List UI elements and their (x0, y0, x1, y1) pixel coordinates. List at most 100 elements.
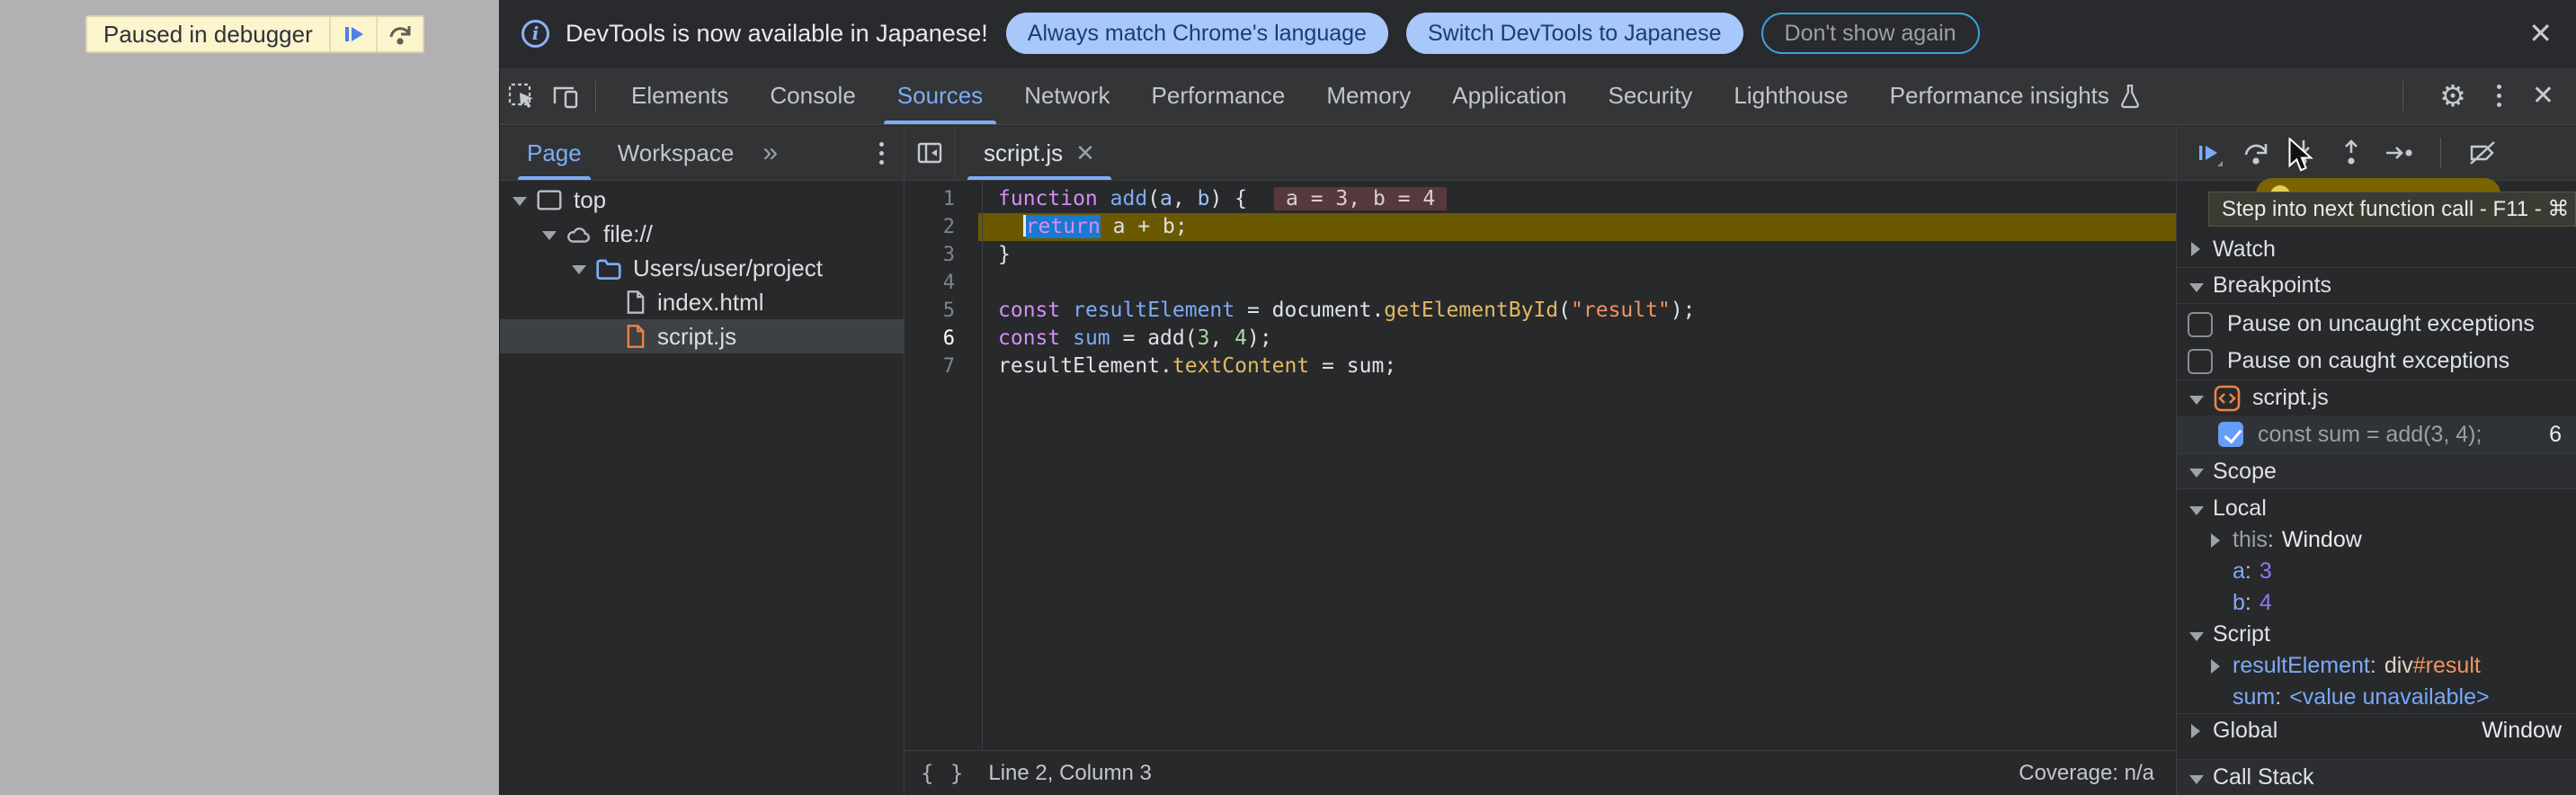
line-number[interactable]: 1 (905, 185, 982, 213)
breakpoints-section-header[interactable]: Breakpoints (2177, 267, 2576, 303)
switch-to-japanese-button[interactable]: Switch DevTools to Japanese (1406, 13, 1743, 54)
inline-eval-widget: a = 3, b = 4 (1274, 187, 1447, 210)
scope-section-header[interactable]: Scope (2177, 453, 2576, 489)
scope-section-script[interactable]: Script (2177, 619, 2576, 650)
scope-var-b[interactable]: b:4 (2177, 587, 2576, 619)
editor-tab-scriptjs[interactable]: script.js ✕ (967, 126, 1111, 180)
always-match-language-button[interactable]: Always match Chrome's language (1006, 13, 1388, 54)
pretty-print-icon[interactable]: { } (921, 761, 965, 786)
chevron-down-icon[interactable] (572, 265, 586, 274)
tab-page[interactable]: Page (518, 126, 591, 180)
code-text[interactable]: return a + b; (982, 213, 1188, 241)
more-tabs-icon[interactable]: » (762, 138, 778, 168)
settings-gear-icon[interactable]: ⚙ (2439, 81, 2466, 111)
inspect-element-button[interactable] (500, 67, 543, 124)
breakpoint-file-group[interactable]: script.js (2177, 380, 2576, 415)
code-token: = document. (1235, 299, 1384, 322)
chevron-right-icon[interactable] (2211, 533, 2220, 548)
pause-toggles: Pause on uncaught exceptionsPause on cau… (2177, 303, 2576, 380)
breakpoint-groups: script.jsconst sum = add(3, 4);6 (2177, 380, 2576, 453)
tree-item-script-js[interactable]: script.js (500, 319, 904, 353)
code-token: "result" (1571, 299, 1671, 322)
chevron-right-icon[interactable] (2191, 724, 2200, 738)
step-into-button[interactable] (2288, 138, 2319, 168)
folder-icon (595, 256, 622, 281)
step-button[interactable] (2384, 138, 2414, 168)
line-number[interactable]: 4 (905, 269, 982, 297)
resume-script-button[interactable] (331, 17, 376, 51)
scope-section-local[interactable]: Local (2177, 493, 2576, 524)
watch-section-header[interactable]: Watch (2177, 231, 2576, 267)
close-notification-button[interactable]: ✕ (2528, 19, 2553, 48)
breakpoint-entry[interactable]: const sum = add(3, 4);6 (2177, 415, 2576, 453)
toggle-navigator-icon[interactable] (905, 126, 955, 180)
code-text[interactable]: } (982, 241, 1011, 269)
info-icon: i (521, 20, 549, 48)
pause-toggle-pause-on-uncaught-exceptions[interactable]: Pause on uncaught exceptions (2177, 306, 2576, 343)
chevron-down-icon[interactable] (542, 231, 557, 240)
code-text[interactable]: const resultElement = document.getElemen… (982, 297, 1696, 325)
tree-item-file-[interactable]: file:// (500, 217, 904, 251)
tab-sources[interactable]: Sources (877, 67, 1003, 124)
code-token: add (1110, 187, 1148, 210)
chevron-down-icon[interactable] (513, 197, 527, 206)
code-token: = sum; (1309, 354, 1396, 378)
chevron-down-icon[interactable] (2189, 506, 2204, 515)
dont-show-again-button[interactable]: Don't show again (1761, 13, 1980, 54)
line-number[interactable]: 3 (905, 241, 982, 269)
scope-var-resultElement[interactable]: resultElement:div#result (2177, 650, 2576, 682)
pause-toggle-pause-on-caught-exceptions[interactable]: Pause on caught exceptions (2177, 343, 2576, 380)
chevron-down-icon[interactable] (2189, 632, 2204, 641)
tab-security[interactable]: Security (1588, 67, 1714, 124)
tab-memory[interactable]: Memory (1306, 67, 1431, 124)
chevron-right-icon[interactable] (2211, 659, 2220, 674)
close-devtools-button[interactable]: ✕ (2532, 83, 2554, 110)
chevron-down-icon[interactable] (2189, 396, 2204, 405)
file-js-icon (625, 324, 646, 349)
more-options-icon[interactable] (2493, 81, 2505, 111)
line-number[interactable]: 7 (905, 353, 982, 380)
line-number-breakpoint[interactable]: 6 (905, 325, 982, 353)
call-stack-section-header[interactable]: Call Stack (2177, 759, 2576, 795)
tab-network[interactable]: Network (1003, 67, 1130, 124)
checkbox[interactable] (2188, 349, 2213, 374)
line-number[interactable]: 2 (905, 213, 982, 241)
scope-var-this[interactable]: this:Window (2177, 524, 2576, 556)
tab-performance-insights[interactable]: Performance insights (1869, 67, 2162, 124)
toggle-device-toolbar-button[interactable] (543, 67, 586, 124)
code-text[interactable] (982, 269, 998, 297)
line-number[interactable]: 5 (905, 297, 982, 325)
resume-button[interactable] (2193, 138, 2224, 168)
var-name: this (2233, 527, 2268, 553)
sources-panel: Page Workspace » topfile://Users/user/pr… (500, 126, 2576, 795)
tree-item-top[interactable]: top (500, 183, 904, 217)
checkbox[interactable] (2188, 312, 2213, 337)
breakpoint-checkbox[interactable] (2218, 422, 2243, 447)
tree-item-index-html[interactable]: index.html (500, 285, 904, 319)
tab-console[interactable]: Console (749, 67, 876, 124)
tab-application[interactable]: Application (1431, 67, 1587, 124)
scope-section-global[interactable]: GlobalWindow (2177, 713, 2576, 747)
navigator-more-options-icon[interactable] (876, 138, 887, 168)
scope-var-sum[interactable]: sum:<value unavailable> (2177, 682, 2576, 713)
expander-cell (540, 228, 566, 240)
tab-workspace[interactable]: Workspace (609, 126, 744, 180)
scope-var-a[interactable]: a:3 (2177, 556, 2576, 587)
step-over-button-page[interactable] (378, 17, 423, 51)
step-out-button[interactable] (2336, 138, 2367, 168)
var-name: a (2233, 558, 2245, 585)
js-square-icon (2213, 384, 2242, 413)
code-text[interactable]: function add(a, b) {a = 3, b = 4 (982, 185, 1447, 213)
debugger-controls (2177, 126, 2576, 181)
code-editor[interactable]: 1function add(a, b) {a = 3, b = 42 retur… (905, 181, 2176, 750)
tab-lighthouse[interactable]: Lighthouse (1713, 67, 1868, 124)
step-over-button[interactable] (2241, 138, 2271, 168)
tree-item-users-user-project[interactable]: Users/user/project (500, 251, 904, 285)
tab-elements[interactable]: Elements (611, 67, 749, 124)
deactivate-breakpoints-button[interactable] (2467, 138, 2498, 168)
code-token: b (1198, 187, 1210, 210)
code-text[interactable]: const sum = add(3, 4); (982, 325, 1272, 353)
tab-performance[interactable]: Performance (1131, 67, 1306, 124)
close-tab-icon[interactable]: ✕ (1075, 139, 1095, 167)
code-text[interactable]: resultElement.textContent = sum; (982, 353, 1396, 380)
